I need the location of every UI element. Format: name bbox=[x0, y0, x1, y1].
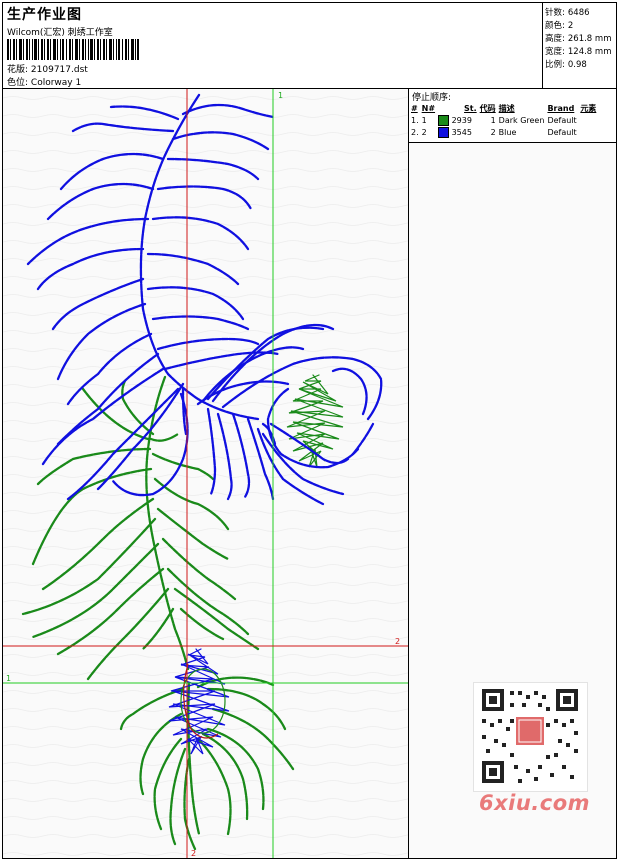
design-preview-canvas: 1 2 2 1 bbox=[3, 89, 409, 858]
table-row: 2. 2 3545 2 Blue Default bbox=[411, 126, 577, 138]
col-index: # bbox=[411, 103, 418, 113]
qr-code bbox=[473, 682, 588, 792]
color-swatch-green bbox=[438, 114, 450, 126]
col-brand: Brand bbox=[547, 103, 575, 113]
h-red-guide-label: 2 bbox=[395, 637, 400, 646]
stop-sequence-panel: 停止顺序: # N# St. 代码 描述 Brand 元素 1. 1 2939 … bbox=[409, 89, 616, 858]
table-row: 1. 1 2939 1 Dark Green Default bbox=[411, 114, 577, 126]
design-filename: 2109717.dst bbox=[30, 65, 88, 75]
stop-sequence-table: # N# St. 代码 描述 Brand 元素 1. 1 2939 1 Dark… bbox=[411, 102, 599, 138]
v-red-guide-label: 2 bbox=[191, 849, 196, 858]
v-green-guide-label: 1 bbox=[278, 91, 283, 100]
production-worksheet: 生产作业图 Wilcom(汇宏) 刺绣工作室 花版: 2109717.dst 色… bbox=[2, 2, 617, 859]
stop-sequence-header: 停止顺序: # N# St. 代码 描述 Brand 元素 1. 1 2939 … bbox=[409, 89, 616, 143]
stat-color-count: 颜色: 2 bbox=[545, 21, 574, 31]
col-needle: N# bbox=[421, 103, 436, 113]
h-green-guide-label: 1 bbox=[6, 674, 11, 683]
stat-width: 宽度: 124.8 mm bbox=[545, 47, 612, 57]
col-element: 元素 bbox=[580, 103, 597, 113]
colorway-value: Colorway 1 bbox=[30, 78, 82, 88]
col-description: 描述 bbox=[498, 103, 515, 113]
stat-stitch-count: 针数: 6486 bbox=[545, 8, 590, 18]
design-stats-panel: 针数: 6486 颜色: 2 高度: 261.8 mm 宽度: 124.8 mm 比例:… bbox=[543, 3, 616, 89]
colorway-label: 色位: bbox=[7, 78, 29, 88]
color-swatch-blue bbox=[438, 126, 450, 138]
table-header-row: # N# St. 代码 描述 Brand 元素 bbox=[411, 102, 599, 114]
studio-name: Wilcom(汇宏) 刺绣工作室 bbox=[7, 28, 113, 38]
col-stitches: St. bbox=[464, 103, 477, 113]
embroidery-design: 1 2 2 1 bbox=[3, 89, 408, 858]
barcode bbox=[7, 39, 139, 60]
page-title: 生产作业图 bbox=[7, 7, 82, 23]
stat-height: 高度: 261.8 mm bbox=[545, 34, 612, 44]
col-code: 代码 bbox=[479, 103, 496, 113]
colorway-row: 色位: Colorway 1 bbox=[7, 75, 81, 88]
site-watermark: 6xiu.com bbox=[479, 791, 591, 815]
design-file-row: 花版: 2109717.dst bbox=[7, 62, 88, 75]
header-info-panel: 生产作业图 Wilcom(汇宏) 刺绣工作室 花版: 2109717.dst 色… bbox=[3, 3, 543, 89]
design-label: 花版: bbox=[7, 65, 29, 75]
stat-scale: 比例: 0.98 bbox=[545, 60, 587, 70]
